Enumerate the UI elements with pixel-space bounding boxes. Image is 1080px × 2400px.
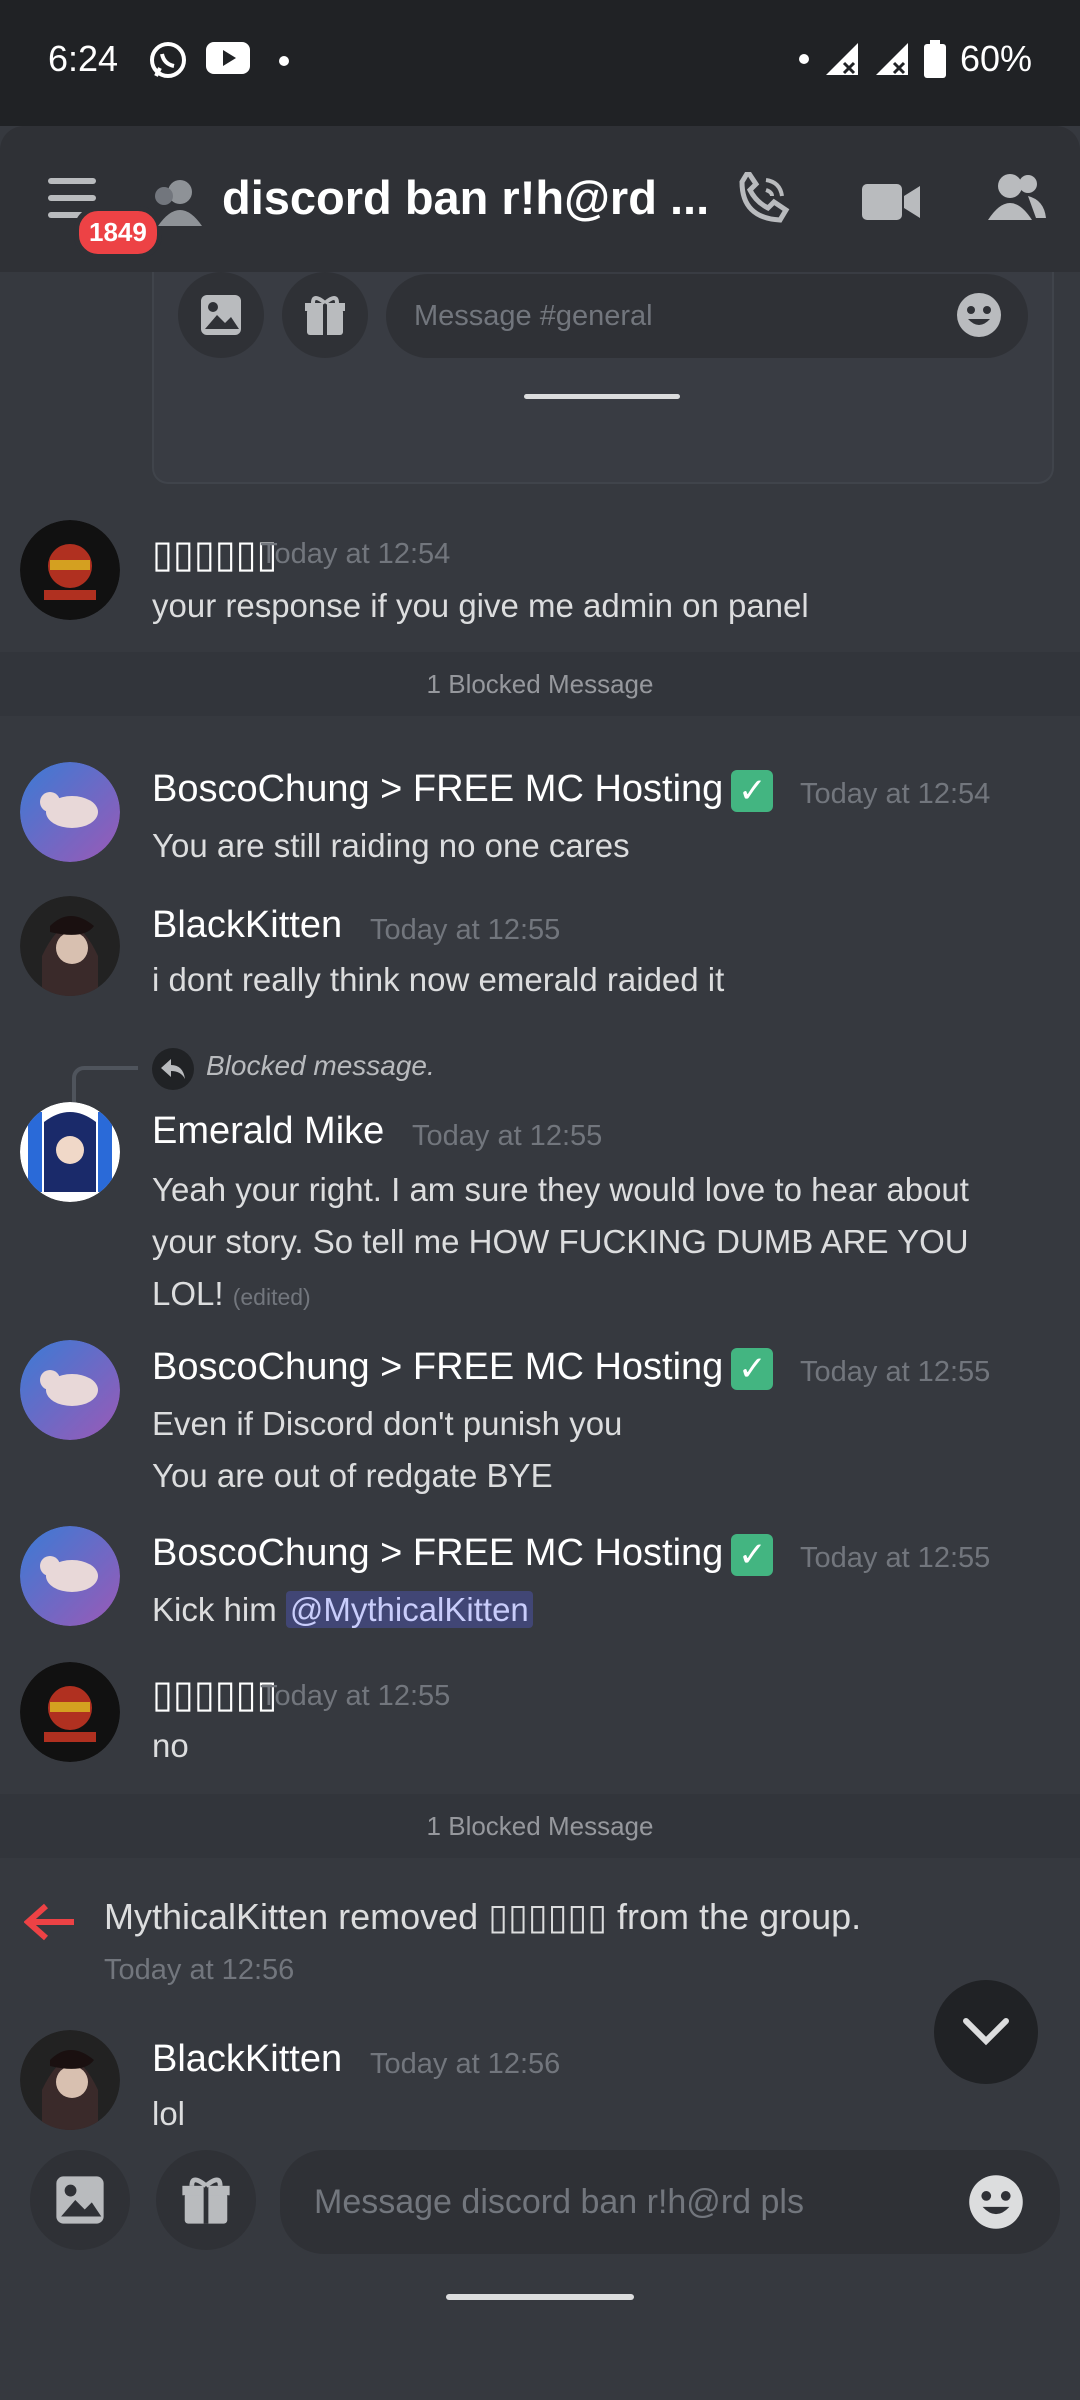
author-name[interactable]: BoscoChung > FREE MC Hosting [152, 1346, 723, 1388]
embedded-screenshot: Message #general [152, 272, 1054, 484]
channel-header: 1849 discord ban r!h@rd ... [0, 126, 1080, 272]
signal-icon-2 [875, 43, 908, 75]
message-content: no [152, 1727, 189, 1764]
blocked-message-bar[interactable]: 1 Blocked Message [0, 652, 1080, 716]
message-author[interactable]: Emerald Mike [152, 1110, 384, 1153]
message-line: You are out of redgate BYE [152, 1457, 553, 1494]
verified-check-icon: ✓ [731, 1347, 774, 1390]
message-author[interactable]: BlackKitten [152, 2038, 342, 2081]
system-message-timestamp: Today at 12:56 [104, 1954, 295, 1986]
image-icon [201, 295, 241, 335]
signal-icon [825, 43, 858, 75]
message-timestamp: Today at 12:54 [260, 538, 451, 570]
emoji-icon [969, 2175, 1023, 2229]
avatar[interactable] [20, 520, 120, 620]
embedded-message-input: Message #general [386, 274, 1028, 358]
message-line: your story. So tell me HOW FUCKING DUMB … [152, 1223, 969, 1260]
embedded-placeholder: Message #general [414, 299, 653, 332]
message-content: You are still raiding no one cares [152, 827, 630, 864]
message-content: Kick him @MythicalKitten [152, 1584, 533, 1636]
avatar[interactable] [20, 1662, 120, 1762]
image-button [178, 272, 264, 358]
embedded-nav-handle [524, 394, 680, 399]
members-icon[interactable] [988, 172, 1046, 227]
message-author[interactable]: ▯▯▯▯▯▯ [152, 532, 277, 577]
message-content: i dont really think now emerald raided i… [152, 961, 725, 998]
chevron-down-icon [963, 2018, 1009, 2046]
battery-percent: 60% [959, 38, 1032, 79]
jump-to-present-button[interactable] [934, 1980, 1038, 2084]
gift-button[interactable] [156, 2150, 256, 2250]
avatar[interactable] [20, 1102, 120, 1202]
message-composer: Message discord ban r!h@rd pls [0, 2130, 1080, 2400]
message-line: Even if Discord don't punish you [152, 1405, 623, 1442]
whatsapp-icon [148, 40, 188, 85]
message-content: Even if Discord don't punish you You are… [152, 1398, 622, 1502]
edited-label: (edited) [232, 1284, 311, 1310]
status-time: 6:24 [48, 38, 119, 79]
gift-button [282, 272, 368, 358]
emoji-icon [956, 292, 1002, 343]
status-bar: 6:24 60% [0, 0, 1080, 126]
attach-image-button[interactable] [30, 2150, 130, 2250]
notification-dot-icon [278, 54, 290, 72]
verified-check-icon: ✓ [731, 769, 774, 812]
message-input-placeholder: Message discord ban r!h@rd pls [314, 2182, 804, 2221]
message-line: LOL! (edited) [152, 1268, 969, 1323]
reply-connector [72, 1066, 138, 1104]
video-call-icon[interactable] [862, 182, 920, 227]
user-mention[interactable]: @MythicalKitten [285, 1591, 533, 1628]
avatar[interactable] [20, 896, 120, 996]
voice-call-icon[interactable] [732, 167, 790, 235]
message-author[interactable]: ▯▯▯▯▯▯ [152, 1672, 277, 1717]
message-author[interactable]: BoscoChung > FREE MC Hosting ✓ [152, 1532, 774, 1576]
system-message: MythicalKitten removed ▯▯▯▯▯▯ from the g… [0, 1888, 1080, 1998]
message-line: Yeah your right. I am sure they would lo… [152, 1171, 969, 1208]
message-timestamp: Today at 12:55 [412, 1120, 603, 1152]
system-message-text: MythicalKitten removed ▯▯▯▯▯▯ from the g… [104, 1896, 862, 1937]
gift-icon [182, 2177, 230, 2224]
blocked-message-bar[interactable]: 1 Blocked Message [0, 1794, 1080, 1858]
battery-icon [923, 40, 946, 78]
gift-icon [305, 296, 345, 335]
message-timestamp: Today at 12:55 [260, 1680, 451, 1712]
message-line-text: LOL! [152, 1275, 224, 1312]
message-timestamp: Today at 12:54 [800, 778, 991, 810]
message-author[interactable]: BlackKitten [152, 904, 342, 947]
member-removed-arrow-icon [23, 1902, 76, 1947]
author-name[interactable]: BoscoChung > FREE MC Hosting [152, 1532, 723, 1574]
message-timestamp: Today at 12:55 [800, 1542, 991, 1574]
reply-preview[interactable]: Blocked message. [206, 1050, 435, 1082]
avatar[interactable] [20, 2030, 120, 2130]
unread-badge: 1849 [74, 206, 162, 259]
message-content: Yeah your right. I am sure they would lo… [152, 1164, 969, 1323]
message-timestamp: Today at 12:55 [800, 1356, 991, 1388]
avatar[interactable] [20, 1526, 120, 1626]
author-name[interactable]: BoscoChung > FREE MC Hosting [152, 768, 723, 810]
message-content: your response if you give me admin on pa… [152, 587, 809, 624]
avatar[interactable] [20, 1340, 120, 1440]
message-author[interactable]: BoscoChung > FREE MC Hosting ✓ [152, 768, 774, 812]
message-text: Kick him [152, 1591, 286, 1628]
nav-handle[interactable] [446, 2294, 634, 2300]
channel-title: discord ban r!h@rd ... [222, 171, 710, 224]
message-input[interactable]: Message discord ban r!h@rd pls [280, 2150, 1060, 2254]
message-timestamp: Today at 12:55 [370, 914, 561, 946]
status-right: 60% [798, 38, 1032, 80]
reply-icon [152, 1048, 194, 1090]
image-icon [56, 2176, 104, 2224]
emoji-button[interactable] [968, 2174, 1024, 2235]
youtube-icon [206, 40, 250, 81]
message-author[interactable]: BoscoChung > FREE MC Hosting ✓ [152, 1346, 774, 1390]
group-dm-icon [150, 178, 206, 233]
avatar[interactable] [20, 762, 120, 862]
dot-icon [798, 54, 809, 64]
message-timestamp: Today at 12:56 [370, 2048, 561, 2080]
verified-check-icon: ✓ [731, 1533, 774, 1576]
